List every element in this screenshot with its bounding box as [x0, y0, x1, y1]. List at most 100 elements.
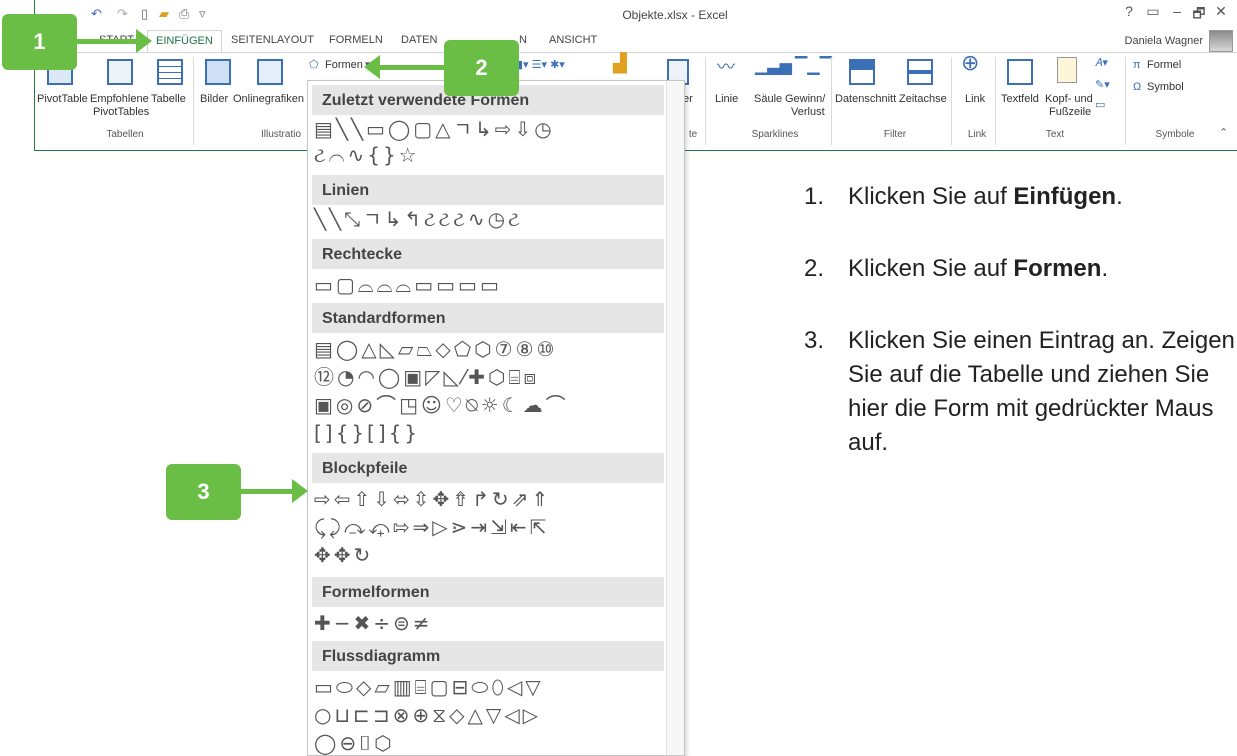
- minimize-button[interactable]: –: [1167, 3, 1187, 19]
- group-separator: [951, 57, 952, 145]
- shape-row[interactable]: ▭⬭◇▱▥⌸▢⊟⬭⬯◁▽: [314, 675, 544, 699]
- section-header-rectangles: Rechtecke: [312, 239, 664, 269]
- user-name[interactable]: Daniela Wagner: [1125, 35, 1203, 47]
- scrollbar[interactable]: [666, 81, 684, 755]
- header-footer-label: Fußzeile: [1049, 106, 1092, 118]
- slicer-icon: [849, 59, 875, 85]
- equation-icon: π: [1133, 59, 1141, 71]
- recommended-pivottables-button[interactable]: Empfohlene: [90, 93, 149, 105]
- pictures-button[interactable]: Bilder: [200, 93, 228, 105]
- arrow-2-head: [364, 55, 380, 79]
- quick-access-more-icon[interactable]: ▿: [199, 6, 206, 22]
- restore-button[interactable]: 🗗: [1189, 3, 1209, 27]
- online-pictures-icon: [257, 59, 283, 85]
- shapes-gallery-dropdown: Zuletzt verwendete Formen ▤╲╲▭◯▢△ㄱ↳⇨⇩◷ ટ…: [307, 80, 685, 756]
- shape-row-block-arrows[interactable]: ⇨⇦⇧⇩⬄⇳✥⇮↱↻⇗⇑: [314, 487, 551, 511]
- header-footer-button[interactable]: Kopf- und: [1045, 93, 1093, 105]
- shape-row[interactable]: ▤╲╲▭◯▢△ㄱ↳⇨⇩◷: [314, 117, 555, 141]
- step-text-bold: Einfügen: [1013, 183, 1117, 210]
- new-file-icon[interactable]: ▯: [141, 6, 148, 22]
- section-header-flowchart: Flussdiagramm: [312, 641, 664, 671]
- screenshot-stage: ↶ ↷ ▯ ▰ ⎙ ▿ Objekte.xlsx - Excel ? ▭ – 🗗…: [0, 0, 1237, 756]
- redo-icon[interactable]: ↷: [117, 6, 128, 22]
- tab-daten[interactable]: DATEN: [401, 34, 437, 46]
- timeline-button[interactable]: Zeitachse: [899, 93, 947, 105]
- shape-row[interactable]: ╲╲⤡ㄱ↳↰ટટટ∿◷ટ: [314, 207, 523, 231]
- ribbon-display-options-button[interactable]: ▭: [1143, 3, 1163, 20]
- step-text: Klicken Sie auf Formen.: [848, 252, 1237, 286]
- textbox-icon: [1007, 59, 1033, 85]
- tab-ansicht[interactable]: ANSICHT: [549, 34, 597, 46]
- shape-row[interactable]: ○⊔⊏⊐⊗⊕⧖◇△▽◁▷: [314, 703, 541, 727]
- group-link: Link: [967, 129, 987, 140]
- step-number: 1.: [804, 183, 825, 210]
- slicer-button[interactable]: Datenschnitt: [835, 93, 896, 105]
- help-button[interactable]: ?: [1119, 3, 1139, 19]
- hyperlink-button[interactable]: Link: [965, 93, 985, 105]
- shape-row[interactable]: ⑫◔◠◯▣◸◺⁄✚⬡⌸⧈: [314, 365, 539, 389]
- pivotchart-icon[interactable]: ▟: [613, 54, 627, 72]
- shape-row[interactable]: ✥✥↻: [314, 543, 373, 567]
- bar-chart-icon[interactable]: ▮▾ ☰▾ ✱▾: [517, 59, 565, 71]
- arrow-1-shaft: [77, 39, 137, 44]
- shape-row[interactable]: ⤹⤸⤼⤽⇰⇒▷⋗⇥⇲⇤⇱: [314, 515, 549, 539]
- group-berichte: te: [688, 129, 698, 140]
- group-sparklines: Sparklines: [751, 129, 799, 140]
- step-text: Klicken Sie auf Einfügen.: [848, 180, 1237, 214]
- group-filter: Filter: [883, 129, 907, 140]
- object-icon[interactable]: ▭: [1095, 99, 1105, 111]
- step-number: 3.: [804, 327, 825, 354]
- tab-seitenlayout[interactable]: SEITENLAYOUT: [231, 34, 314, 46]
- shape-row[interactable]: []{}[]{}: [314, 421, 420, 445]
- arrow-2-shaft: [380, 65, 444, 70]
- sparkline-line-button[interactable]: Linie: [715, 93, 738, 105]
- section-header-basic-shapes: Standardformen: [312, 303, 664, 333]
- online-pictures-button[interactable]: Onlinegrafiken: [233, 93, 304, 105]
- shapes-button[interactable]: Formen: [325, 59, 363, 71]
- pivottable-button[interactable]: PivotTable: [37, 93, 88, 105]
- table-button[interactable]: Tabelle: [151, 93, 186, 105]
- symbol-button[interactable]: Symbol: [1147, 81, 1184, 93]
- step-text: Klicken Sie einen Eintrag an. Zeigen Sie…: [848, 327, 1235, 456]
- arrow-1-head: [136, 29, 152, 53]
- close-button[interactable]: ✕: [1211, 3, 1231, 20]
- signature-line-icon[interactable]: ✎▾: [1095, 79, 1110, 91]
- recommended-pivottables-icon: [107, 59, 133, 85]
- group-text: Text: [1045, 129, 1065, 140]
- shape-row[interactable]: ટ⌒∿{}☆: [314, 143, 420, 167]
- sparkline-winloss-button[interactable]: Gewinn/: [785, 93, 825, 105]
- sparkline-winloss-label: Verlust: [791, 106, 825, 118]
- equation-button[interactable]: Formel: [1147, 59, 1181, 71]
- collapse-ribbon-icon[interactable]: ⌃: [1219, 127, 1228, 139]
- shape-row[interactable]: ◯⊖⌷⬡: [314, 731, 395, 755]
- sparkline-winloss-icon: ▔▁▔: [795, 58, 832, 75]
- undo-icon[interactable]: ↶: [91, 6, 102, 22]
- wordart-icon[interactable]: 𝐴▾: [1095, 57, 1108, 69]
- section-header-equation-shapes: Formelformen: [312, 577, 664, 607]
- shape-row[interactable]: ▤◯△◺▱⏢◇⬠⬡⑦⑧⑩: [314, 337, 557, 361]
- sparkline-line-icon: 〰: [717, 57, 735, 77]
- shape-row[interactable]: ✚−✖÷⊜≠: [314, 611, 433, 635]
- tab-formeln[interactable]: FORMELN: [329, 34, 383, 46]
- step-text-plain: Klicken Sie auf: [848, 255, 1014, 282]
- avatar[interactable]: [1209, 30, 1233, 52]
- sparkline-column-button[interactable]: Säule: [754, 93, 782, 105]
- group-illustrationen: Illustratio: [261, 129, 302, 140]
- shape-row[interactable]: ▭▢⌓⌓⌓▭▭▭▭: [314, 273, 502, 297]
- print-icon[interactable]: ⎙: [179, 6, 189, 22]
- section-header-lines: Linien: [312, 175, 664, 205]
- tab-ueberpruefen[interactable]: N: [519, 34, 527, 46]
- open-folder-icon[interactable]: ▰: [159, 6, 169, 22]
- window-title: Objekte.xlsx - Excel: [622, 8, 728, 22]
- callout-1: 1: [2, 14, 77, 70]
- shapes-icon: ⬠: [309, 59, 319, 71]
- callout-3: 3: [166, 464, 241, 520]
- tab-einfuegen[interactable]: EINFÜGEN: [147, 30, 222, 53]
- group-separator: [831, 57, 832, 145]
- textbox-button[interactable]: Textfeld: [1001, 93, 1039, 105]
- pictures-icon: [205, 59, 231, 85]
- section-header-block-arrows: Blockpfeile: [312, 453, 664, 483]
- shape-row[interactable]: ▣◎⊘⌒◳☺♡⍉☼☾☁⌒: [314, 393, 569, 417]
- sparkline-column-icon: ▁▃▅: [755, 58, 792, 75]
- group-separator: [1125, 57, 1126, 145]
